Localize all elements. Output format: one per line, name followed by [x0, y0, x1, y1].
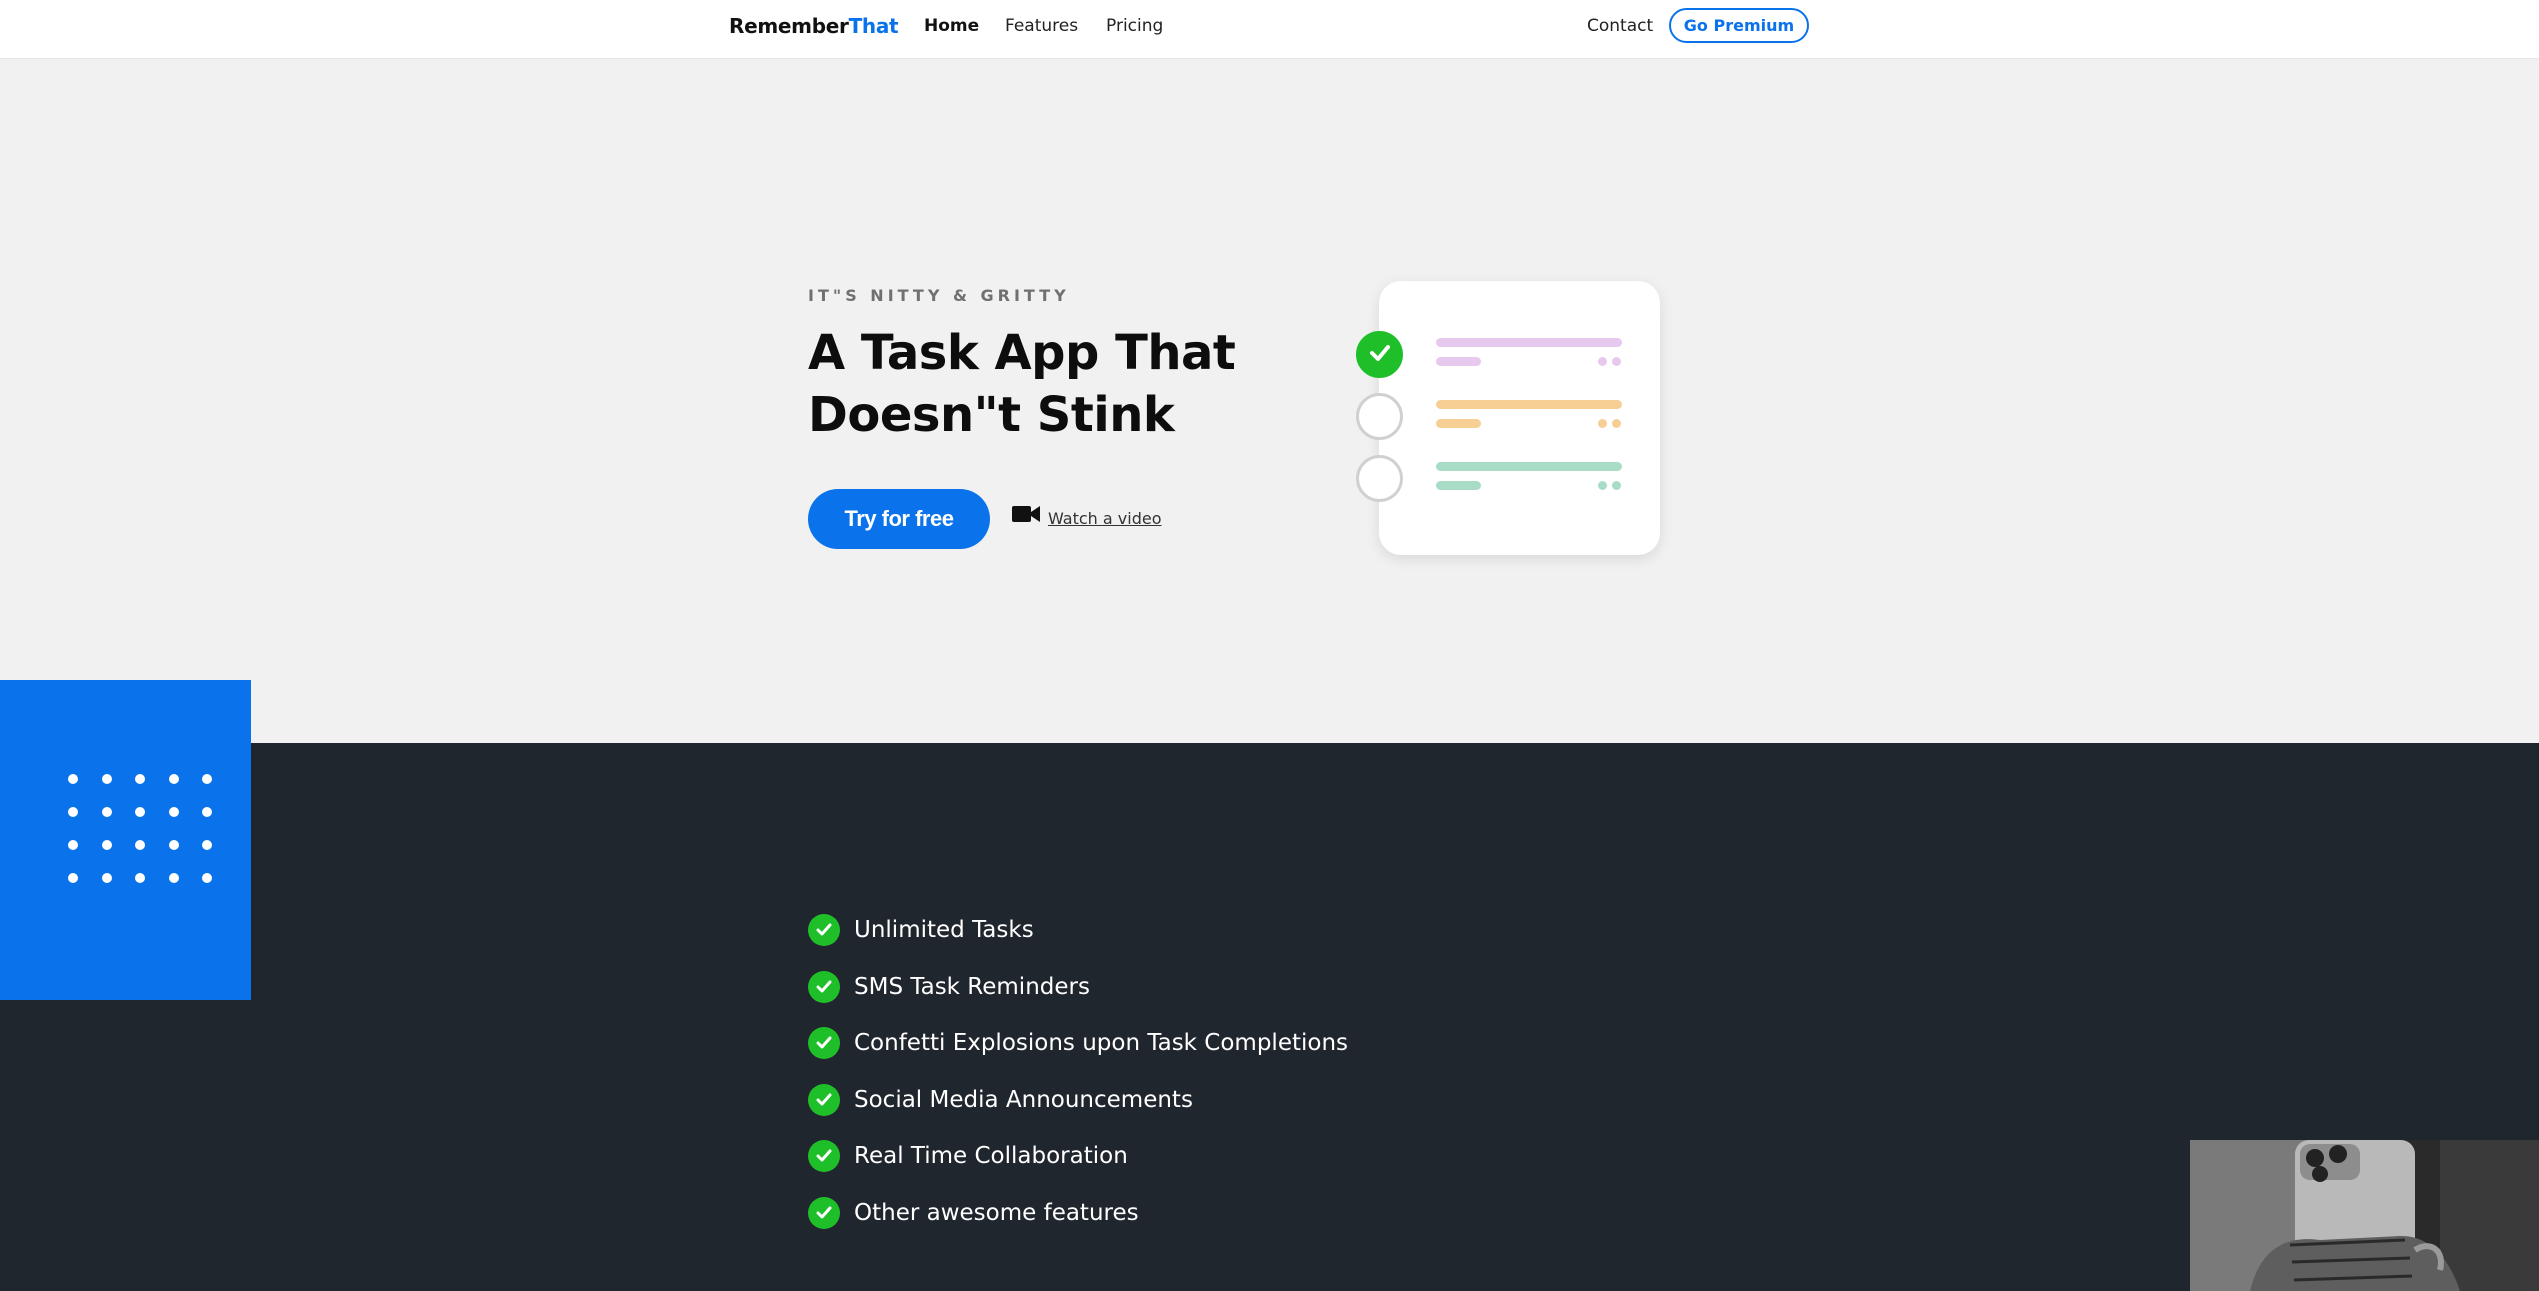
task-dot — [1612, 481, 1621, 490]
task-bar — [1436, 462, 1622, 471]
check-circle-icon — [808, 970, 840, 1003]
task-bar — [1436, 400, 1622, 409]
feature-item: Real Time Collaboration — [808, 1128, 1348, 1185]
feature-item: Confetti Explosions upon Task Completion… — [808, 1015, 1348, 1072]
watch-video-link[interactable]: Watch a video — [1012, 503, 1162, 528]
video-camera-icon — [1012, 504, 1040, 528]
phone-photo — [2190, 1140, 2539, 1291]
task-dot — [1598, 419, 1607, 428]
decorative-dot-grid — [68, 774, 214, 890]
task-bar — [1436, 338, 1622, 347]
watch-video-label: Watch a video — [1048, 509, 1162, 528]
nav-link-contact[interactable]: Contact — [1587, 16, 1653, 36]
check-circle-icon — [808, 1140, 840, 1173]
hero-headline: A Task App That Doesn"t Stink — [808, 325, 1236, 443]
check-circle-icon — [808, 1027, 840, 1060]
logo[interactable]: RememberThat — [729, 14, 899, 38]
task-dot — [1598, 357, 1607, 366]
task-check-empty — [1356, 393, 1403, 440]
feature-item: SMS Task Reminders — [808, 959, 1348, 1016]
feature-label: Other awesome features — [854, 1199, 1139, 1226]
logo-accent: That — [848, 14, 899, 38]
task-card-illustration — [1379, 281, 1660, 555]
top-nav: RememberThat Home Features Pricing Conta… — [0, 0, 2539, 59]
feature-label: Social Media Announcements — [854, 1086, 1193, 1113]
logo-primary: Remember — [729, 14, 849, 38]
feature-label: SMS Task Reminders — [854, 973, 1090, 1000]
feature-item: Other awesome features — [808, 1185, 1348, 1242]
nav-link-features[interactable]: Features — [1005, 16, 1078, 36]
feature-item: Social Media Announcements — [808, 1072, 1348, 1129]
task-bar-short — [1436, 481, 1481, 490]
go-premium-button[interactable]: Go Premium — [1669, 8, 1809, 43]
check-circle-icon — [808, 1083, 840, 1116]
task-dot — [1612, 419, 1621, 428]
nav-link-home[interactable]: Home — [924, 16, 979, 36]
feature-label: Unlimited Tasks — [854, 917, 1034, 944]
task-check-empty — [1356, 455, 1403, 502]
feature-item: Unlimited Tasks — [808, 902, 1348, 959]
feature-label: Confetti Explosions upon Task Completion… — [854, 1030, 1349, 1057]
hero-eyebrow: IT"S NITTY & GRITTY — [808, 286, 1070, 305]
nav-link-pricing[interactable]: Pricing — [1106, 16, 1163, 36]
check-icon — [1369, 344, 1391, 366]
task-check-done — [1356, 331, 1403, 378]
task-dot — [1612, 357, 1621, 366]
feature-label: Real Time Collaboration — [854, 1143, 1128, 1170]
task-bar-short — [1436, 357, 1481, 366]
feature-list: Unlimited Tasks SMS Task Reminders Confe… — [808, 902, 1348, 1241]
check-circle-icon — [808, 914, 840, 947]
task-bar-short — [1436, 419, 1481, 428]
task-dot — [1598, 481, 1607, 490]
try-for-free-button[interactable]: Try for free — [808, 489, 990, 549]
check-circle-icon — [808, 1196, 840, 1229]
